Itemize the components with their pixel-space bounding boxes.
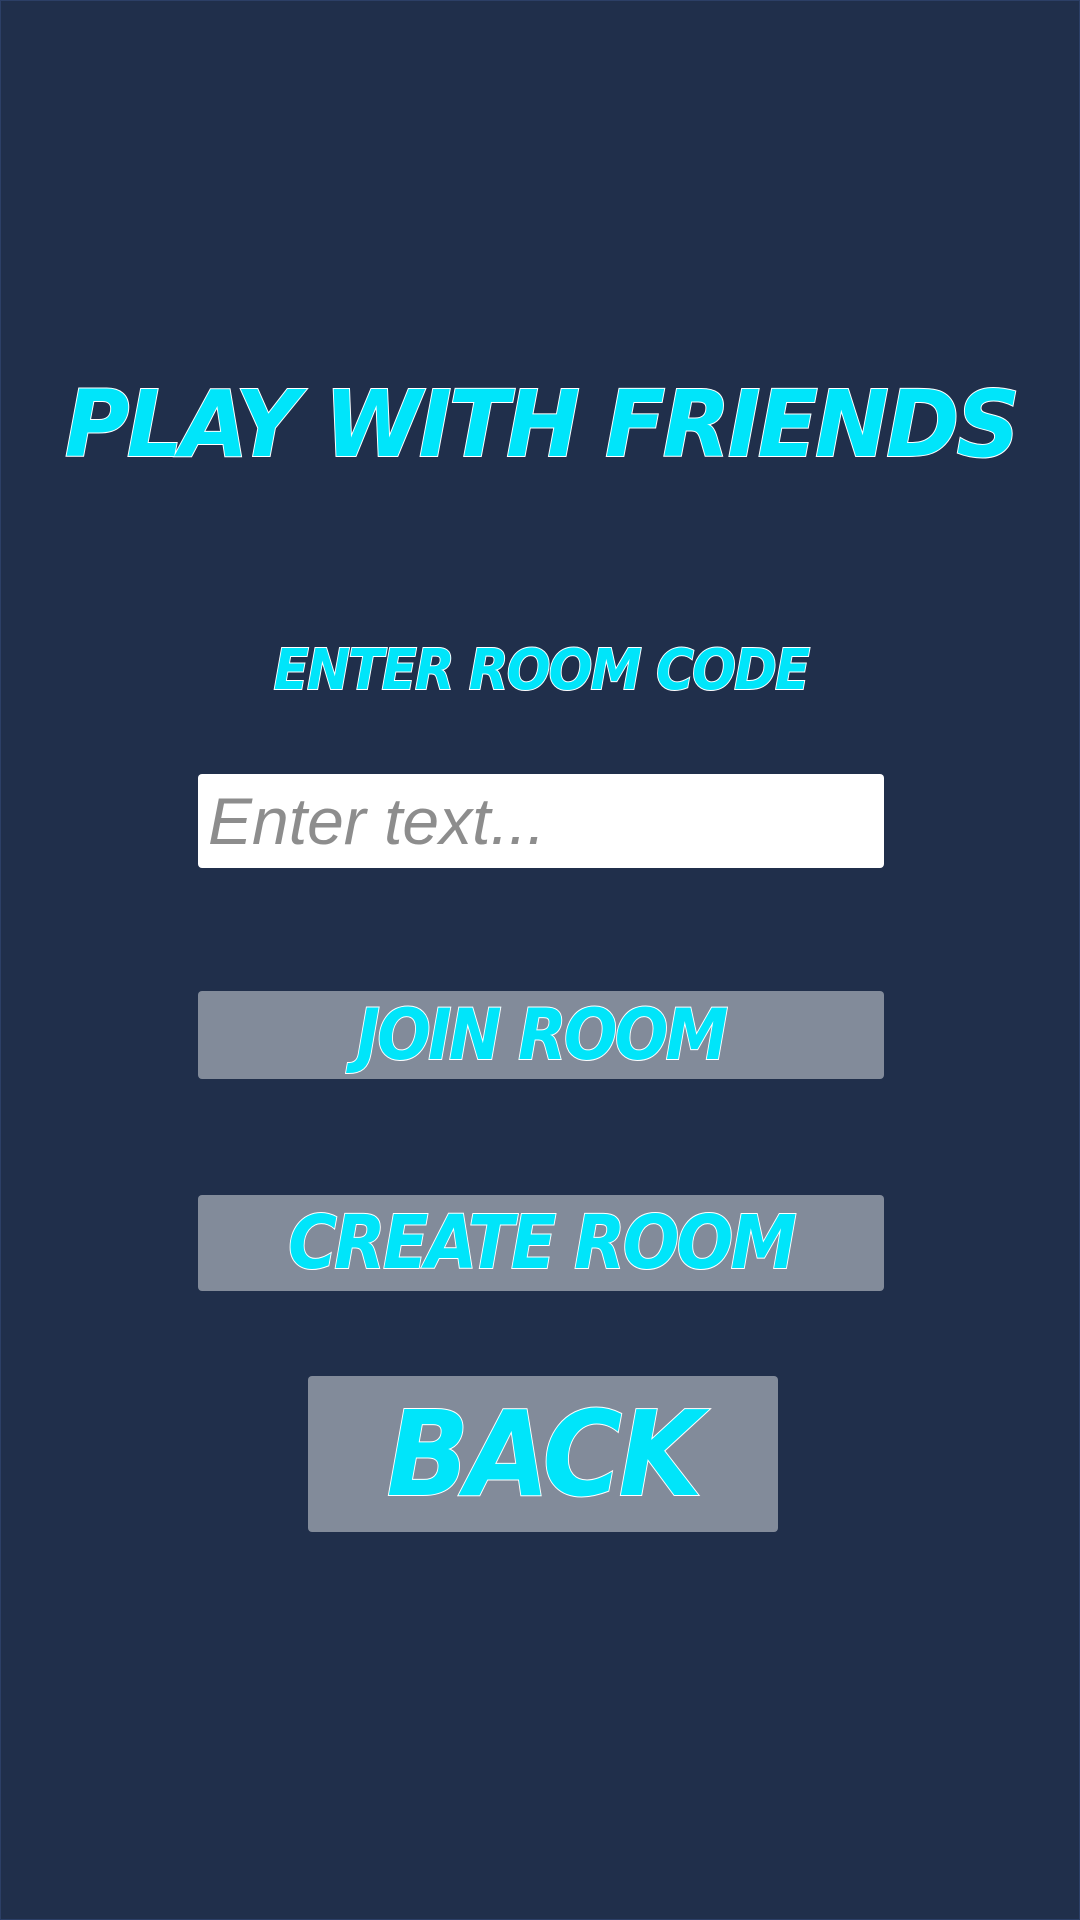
back-label: Back — [386, 1385, 704, 1523]
screen-background: Play With Friends Enter Room Code Join R… — [0, 0, 1080, 1920]
back-button[interactable]: Back — [308, 1376, 778, 1532]
room-code-label: Enter Room Code — [273, 638, 811, 703]
join-room-label: Join Room — [356, 994, 730, 1076]
create-room-label: Create Room — [287, 1200, 798, 1286]
room-code-input[interactable] — [208, 774, 874, 868]
create-room-button[interactable]: Create Room — [198, 1195, 884, 1291]
room-code-field[interactable] — [198, 774, 884, 868]
join-room-button[interactable]: Join Room — [198, 991, 884, 1079]
page-title: Play With Friends — [64, 371, 1021, 478]
